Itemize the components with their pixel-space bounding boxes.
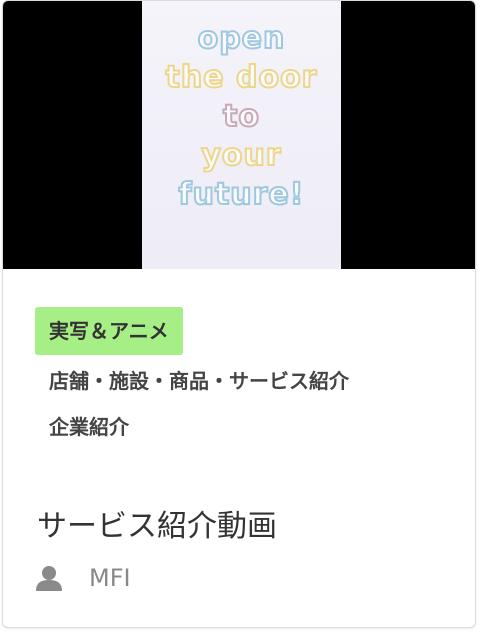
thumbnail-caption: open the door to your future! [142,19,341,214]
thumbnail-line-4: your [200,137,282,174]
user-icon [36,566,62,591]
author-name: MFI [89,564,131,592]
author-row: MFI [35,563,131,593]
category-tags-line: 店舗・施設・商品・サービス紹介 [49,369,349,393]
video-thumbnail[interactable]: open the door to your future! [3,1,475,269]
card-body: 実写＆アニメ 店舗・施設・商品・サービス紹介 企業紹介 サービス紹介動画 MFI [3,269,475,627]
thumbnail-image: open the door to your future! [142,1,341,269]
video-card[interactable]: open the door to your future! 実写＆アニメ 店舗・… [2,0,476,628]
category-tag[interactable]: 実写＆アニメ [35,307,183,355]
category-tags-line-2: 企業紹介 [49,415,129,439]
thumbnail-line-3: to [222,98,260,135]
thumbnail-line-1: open [197,20,286,57]
thumbnail-line-5: future! [178,176,305,213]
video-title[interactable]: サービス紹介動画 [37,501,277,545]
thumbnail-line-2: the door [165,59,318,96]
